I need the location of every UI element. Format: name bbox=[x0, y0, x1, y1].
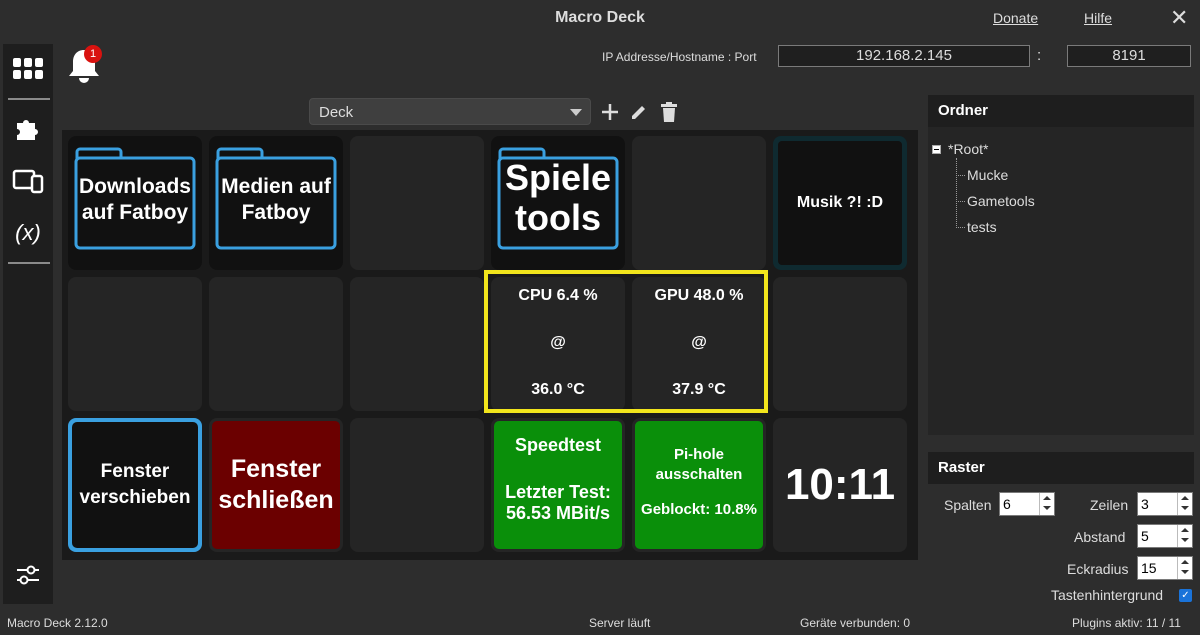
folder-item[interactable]: tests bbox=[967, 219, 997, 235]
variables-icon[interactable]: (x) bbox=[11, 218, 45, 248]
notification-badge: 1 bbox=[84, 45, 102, 63]
action-button-empty[interactable] bbox=[773, 277, 907, 411]
settings-sliders-icon[interactable] bbox=[11, 560, 45, 590]
folder-item[interactable]: Gametools bbox=[967, 193, 1035, 209]
sidebar-divider bbox=[8, 98, 50, 100]
action-button-close-window[interactable]: Fenster schließen bbox=[209, 418, 343, 552]
devices-icon[interactable] bbox=[11, 166, 45, 196]
ip-label: IP Addresse/Hostname : Port bbox=[602, 50, 757, 64]
server-status: Server läuft bbox=[589, 616, 651, 630]
clock-time: 10:11 bbox=[784, 460, 896, 509]
rows-label: Zeilen bbox=[1090, 497, 1129, 513]
speedtest-last-label: Letzter Test: bbox=[505, 482, 611, 502]
tree-connector bbox=[956, 175, 965, 176]
help-link[interactable]: Hilfe bbox=[1084, 10, 1112, 26]
action-button-empty[interactable] bbox=[632, 136, 766, 270]
spacing-value: 5 bbox=[1141, 528, 1149, 544]
sidebar: (x) bbox=[3, 44, 53, 604]
spacing-label: Abstand bbox=[1074, 529, 1126, 545]
action-button-empty[interactable] bbox=[350, 136, 484, 270]
pihole-title: Pi-hole bbox=[673, 446, 724, 463]
trash-icon[interactable] bbox=[658, 100, 680, 124]
action-button-downloads[interactable]: Downloads auf Fatboy bbox=[68, 136, 202, 270]
action-button-move-window[interactable]: Fenster verschieben bbox=[68, 418, 202, 552]
folders-panel-header: Ordner bbox=[928, 95, 1194, 127]
folders-title: Ordner bbox=[938, 102, 989, 119]
radius-label: Eckradius bbox=[1067, 561, 1129, 577]
tree-connector bbox=[956, 201, 965, 202]
speedtest-title: Speedtest bbox=[514, 435, 602, 455]
spacing-stepper[interactable]: 5 bbox=[1137, 524, 1193, 548]
edit-pencil-icon[interactable] bbox=[628, 100, 650, 124]
radius-value: 15 bbox=[1141, 560, 1157, 576]
radius-stepper[interactable]: 15 bbox=[1137, 556, 1193, 580]
action-button-clock[interactable]: 10:11 bbox=[773, 418, 907, 552]
action-button-speedtest[interactable]: Speedtest Letzter Test: 56.53 MBit/s bbox=[491, 418, 625, 552]
add-icon[interactable] bbox=[599, 100, 621, 124]
version-text: Macro Deck 2.12.0 bbox=[7, 616, 108, 630]
profile-dropdown[interactable]: Deck bbox=[309, 98, 591, 125]
action-button-empty[interactable] bbox=[209, 277, 343, 411]
sidebar-divider bbox=[8, 262, 50, 264]
action-button-empty[interactable] bbox=[350, 418, 484, 552]
pihole-blocked: Geblockt: 10.8% bbox=[641, 500, 757, 518]
button-label-line: auf Fatboy bbox=[81, 201, 189, 225]
folder-item[interactable]: Mucke bbox=[967, 167, 1008, 183]
action-button-music[interactable]: Musik ?! :D bbox=[773, 136, 907, 270]
grid-panel-header: Raster bbox=[928, 452, 1194, 484]
action-button-empty[interactable] bbox=[350, 277, 484, 411]
action-button-media[interactable]: Medien auf Fatboy bbox=[209, 136, 343, 270]
columns-label: Spalten bbox=[944, 497, 992, 513]
pihole-action: ausschalten bbox=[655, 466, 743, 484]
grid-title: Raster bbox=[938, 459, 985, 476]
speedtest-result: 56.53 MBit/s bbox=[505, 503, 611, 523]
tree-connector bbox=[956, 227, 965, 228]
columns-stepper[interactable]: 6 bbox=[999, 492, 1055, 516]
chevron-down-icon bbox=[570, 109, 582, 116]
title-bar: Macro Deck Donate Hilfe ✕ bbox=[0, 0, 1200, 36]
rows-stepper[interactable]: 3 bbox=[1137, 492, 1193, 516]
rows-value: 3 bbox=[1141, 496, 1149, 512]
button-label-line: Fenster bbox=[230, 454, 322, 483]
puzzle-icon[interactable] bbox=[11, 113, 45, 143]
button-background-checkbox[interactable]: ✓ bbox=[1179, 589, 1192, 602]
folder-root[interactable]: *Root* bbox=[948, 141, 988, 157]
button-label: Musik ?! :D bbox=[796, 194, 884, 211]
button-label-line: verschieben bbox=[79, 487, 191, 508]
button-label-line: schließen bbox=[218, 486, 334, 514]
collapse-toggle-icon[interactable] bbox=[932, 145, 941, 154]
button-label-line: Fenster bbox=[100, 461, 170, 483]
profile-dropdown-value: Deck bbox=[319, 104, 354, 121]
close-button[interactable]: ✕ bbox=[1170, 5, 1188, 31]
action-button-pihole[interactable]: Pi-hole ausschalten Geblockt: 10.8% bbox=[632, 418, 766, 552]
ip-field[interactable]: 192.168.2.145 bbox=[778, 45, 1030, 67]
deck-grid-icon[interactable] bbox=[11, 54, 45, 84]
selection-highlight bbox=[484, 270, 768, 413]
port-field[interactable]: 8191 bbox=[1067, 45, 1191, 67]
tree-connector bbox=[956, 158, 957, 228]
columns-value: 6 bbox=[1003, 496, 1011, 512]
button-background-label: Tastenhintergrund bbox=[1051, 587, 1164, 603]
button-label-line: Downloads bbox=[78, 175, 191, 198]
button-label-line: tools bbox=[515, 196, 601, 238]
donate-link[interactable]: Donate bbox=[993, 10, 1038, 26]
plugins-active: Plugins aktiv: 11 / 11 bbox=[1072, 616, 1181, 630]
button-label-line: Fatboy bbox=[241, 201, 311, 225]
action-button-game-tools[interactable]: Spiele tools bbox=[491, 136, 625, 270]
ip-port-separator: : bbox=[1037, 47, 1042, 64]
button-label-line: Medien auf bbox=[221, 175, 331, 198]
action-button-empty[interactable] bbox=[68, 277, 202, 411]
button-label-line: Spiele bbox=[504, 157, 612, 198]
devices-connected: Geräte verbunden: 0 bbox=[800, 616, 911, 630]
